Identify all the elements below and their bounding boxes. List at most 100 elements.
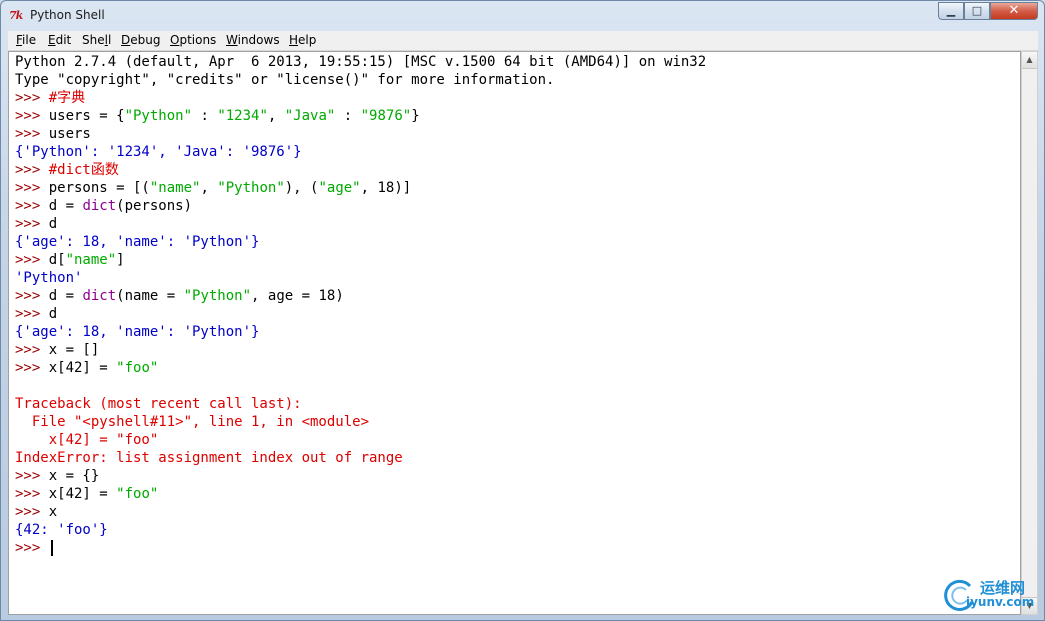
menu-edit[interactable]: Edit xyxy=(48,33,71,47)
shell-line: >>> x = {} xyxy=(15,467,99,485)
shell-prompt: >>> xyxy=(15,468,49,484)
shell-token: {'Python': '1234', 'Java': '9876'} xyxy=(15,144,302,160)
minimize-button[interactable]: ▁ xyxy=(938,2,964,20)
shell-token: , xyxy=(200,180,218,196)
shell-token: x = {} xyxy=(48,468,100,484)
shell-token: {'age': 18, 'name': 'Python'} xyxy=(15,324,260,340)
shell-text-area[interactable]: Python 2.7.4 (default, Apr 6 2013, 19:55… xyxy=(8,51,1021,615)
shell-prompt: >>> xyxy=(15,342,49,358)
shell-prompt: >>> xyxy=(15,306,49,322)
menu-help[interactable]: Help xyxy=(289,33,316,47)
shell-token: d = xyxy=(48,198,83,214)
shell-line: >>> x = [] xyxy=(15,341,99,359)
shell-line: >>> d = dict(persons) xyxy=(15,197,192,215)
shell-prompt: >>> xyxy=(15,504,49,520)
shell-token: "Python" xyxy=(124,108,193,124)
shell-token: Python 2.7.4 (default, Apr 6 2013, 19:55… xyxy=(15,54,707,70)
shell-token: 'Python' xyxy=(15,270,83,286)
menu-shell[interactable]: Shell xyxy=(82,33,111,47)
shell-line: >>> xyxy=(15,539,53,557)
shell-token: } xyxy=(411,108,420,124)
shell-prompt: >>> xyxy=(15,288,49,304)
shell-token: Type "copyright", "credits" or "license(… xyxy=(15,72,555,88)
shell-token: x[42] = xyxy=(48,486,117,502)
menu-options[interactable]: Options xyxy=(170,33,216,47)
shell-token: dict xyxy=(82,198,117,214)
shell-line: File "<pyshell#11>", line 1, in <module> xyxy=(15,413,369,431)
shell-line: >>> #字典 xyxy=(15,89,85,107)
shell-token: d xyxy=(48,306,58,322)
site-watermark: 运维网 iyunv.com xyxy=(940,576,1042,618)
shell-line: >>> persons = [("name", "Python"), ("age… xyxy=(15,179,411,197)
shell-token: users xyxy=(48,126,91,142)
shell-token: : xyxy=(192,108,218,124)
shell-line: {'age': 18, 'name': 'Python'} xyxy=(15,233,259,251)
shell-line: >>> users = {"Python" : "1234", "Java" :… xyxy=(15,107,420,125)
shell-prompt: >>> xyxy=(15,360,49,376)
shell-token: "Python" xyxy=(217,180,285,196)
shell-line: >>> d xyxy=(15,305,57,323)
shell-token: (persons) xyxy=(116,198,193,214)
shell-prompt: >>> xyxy=(15,216,49,232)
menu-file[interactable]: File xyxy=(16,33,36,47)
menu-windows[interactable]: Windows xyxy=(226,33,280,47)
shell-line: 'Python' xyxy=(15,269,82,287)
shell-token: d xyxy=(48,216,58,232)
python-shell-window: 7k Python Shell ▁ □ ✕ File Edit Shell De… xyxy=(0,0,1045,621)
shell-prompt: >>> xyxy=(15,108,49,124)
shell-token: , age = 18) xyxy=(251,288,344,304)
maximize-button[interactable]: □ xyxy=(964,2,990,20)
shell-token: {42: 'foo'} xyxy=(15,522,108,538)
shell-prompt: >>> xyxy=(15,162,49,178)
shell-token: d[ xyxy=(48,252,66,268)
shell-line: x[42] = "foo" xyxy=(15,431,159,449)
shell-prompt: >>> xyxy=(15,252,49,268)
shell-token: #dict函数 xyxy=(48,162,119,178)
shell-line: Type "copyright", "credits" or "license(… xyxy=(15,71,554,89)
title-bar[interactable]: 7k Python Shell ▁ □ ✕ xyxy=(1,1,1044,31)
shell-token: "Python" xyxy=(183,288,252,304)
menu-edit-label: dit xyxy=(55,33,72,47)
menu-edit-mnemonic: E xyxy=(48,33,56,47)
shell-prompt: >>> xyxy=(15,180,49,196)
menu-windows-mnemonic: W xyxy=(226,33,238,47)
shell-token: "name" xyxy=(149,180,201,196)
shell-line: >>> x xyxy=(15,503,57,521)
shell-token: ] xyxy=(116,252,125,268)
shell-token: {'age': 18, 'name': 'Python'} xyxy=(15,234,260,250)
shell-line: Python 2.7.4 (default, Apr 6 2013, 19:55… xyxy=(15,53,706,71)
menu-debug-label: ebug xyxy=(130,33,161,47)
shell-token: : xyxy=(335,108,361,124)
close-button[interactable]: ✕ xyxy=(990,2,1038,20)
shell-token: "9876" xyxy=(360,108,412,124)
tk-feather-icon: 7k xyxy=(9,9,23,22)
shell-token: (name = xyxy=(116,288,184,304)
menu-file-label: ile xyxy=(22,33,37,47)
menu-options-label: ptions xyxy=(179,33,217,47)
shell-line: >>> d["name"] xyxy=(15,251,125,269)
shell-line: >>> x[42] = "foo" xyxy=(15,359,158,377)
menu-windows-label: indows xyxy=(237,33,280,47)
shell-prompt: >>> xyxy=(15,540,49,556)
watermark-en-text: iyunv.com xyxy=(966,595,1035,609)
shell-token: "age" xyxy=(318,180,361,196)
shell-token: "name" xyxy=(65,252,117,268)
shell-prompt: >>> xyxy=(15,126,49,142)
shell-token: #字典 xyxy=(48,90,86,106)
menu-debug-mnemonic: D xyxy=(121,33,131,47)
menu-debug[interactable]: Debug xyxy=(121,33,160,47)
shell-line: {'Python': '1234', 'Java': '9876'} xyxy=(15,143,302,161)
shell-token: dict xyxy=(82,288,117,304)
menu-shell-label-end: l xyxy=(107,33,112,47)
shell-token: "1234" xyxy=(217,108,268,124)
shell-token: ), ( xyxy=(284,180,319,196)
shell-line: >>> d = dict(name = "Python", age = 18) xyxy=(15,287,344,305)
vertical-scrollbar[interactable]: ▲ ▼ xyxy=(1021,51,1038,615)
shell-line: {'age': 18, 'name': 'Python'} xyxy=(15,323,259,341)
scroll-up-arrow-icon[interactable]: ▲ xyxy=(1022,52,1037,69)
shell-token: File "<pyshell#11>", line 1, in <module> xyxy=(15,414,370,430)
shell-token: users = { xyxy=(48,108,125,124)
text-cursor xyxy=(50,540,53,556)
shell-token: persons = [( xyxy=(48,180,150,196)
menu-shell-label: She xyxy=(82,33,105,47)
